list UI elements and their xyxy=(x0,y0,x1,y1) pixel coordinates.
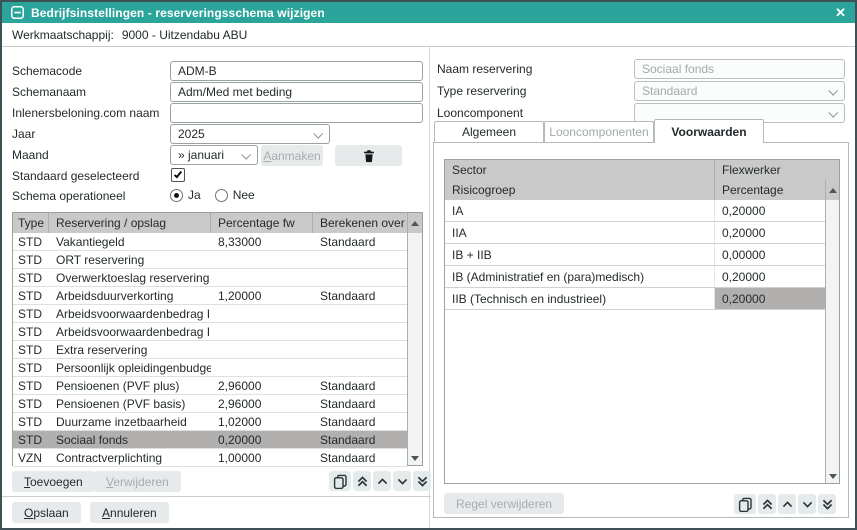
table-subheader: Risicogroep Percentage xyxy=(445,180,825,200)
table-row[interactable]: IIA0,20000 xyxy=(445,222,825,244)
dropdown-chevron-icon xyxy=(828,86,838,96)
risicogroep-table: Sector Flexwerker Risicogroep Percentage… xyxy=(444,159,840,484)
werkmaatschappij-value: 9000 - Uitzendabu ABU xyxy=(122,28,247,42)
scroll-down-icon[interactable] xyxy=(411,456,419,461)
table-row[interactable]: STDVakantiegeld8,33000Standaard xyxy=(13,233,407,251)
annuleren-button[interactable]: Annuleren xyxy=(90,502,169,523)
looncomponent-label: Looncomponent xyxy=(437,103,523,123)
standaard-geselecteerd-label: Standaard geselecteerd xyxy=(12,166,139,186)
table-row[interactable]: STDArbeidsvoorwaardenbedrag II xyxy=(13,323,407,341)
page-title: Bedrijfsinstellingen - reserveringsschem… xyxy=(31,6,325,20)
pane-divider xyxy=(429,47,430,528)
werkmaatschappij-label: Werkmaatschappij: xyxy=(12,28,114,42)
standaard-geselecteerd-checkbox[interactable] xyxy=(171,168,185,182)
inlenersbeloning-label: Inlenersbeloning.com naam xyxy=(12,103,159,123)
title-bar: Bedrijfsinstellingen - reserveringsschem… xyxy=(2,2,855,23)
row-move-toolbar xyxy=(734,494,836,514)
dropdown-chevron-icon xyxy=(313,129,323,139)
regel-verwijderen-button[interactable]: Regel verwijderen xyxy=(444,493,564,514)
selected-cell: 0,20000 xyxy=(715,288,825,309)
schemanaam-label: Schemanaam xyxy=(12,82,86,102)
scroll-up-icon[interactable] xyxy=(411,221,419,226)
dialog-window: Bedrijfsinstellingen - reserveringsschem… xyxy=(0,0,857,530)
table-row[interactable]: IA0,20000 xyxy=(445,200,825,222)
table-row[interactable]: STDOverwerktoeslag reservering xyxy=(13,269,407,287)
schema-operationeel-radiogroup: Ja Nee xyxy=(170,188,255,202)
type-reservering-select[interactable]: Standaard xyxy=(634,81,845,101)
table-row[interactable]: STDPersoonlijk opleidingenbudget xyxy=(13,359,407,377)
dropdown-chevron-icon xyxy=(828,108,838,118)
maand-select[interactable]: » januari xyxy=(170,145,258,165)
table-row[interactable]: STDPensioenen (PVF plus)2,96000Standaard xyxy=(13,377,407,395)
dropdown-chevron-icon xyxy=(241,150,251,160)
naam-reservering-input[interactable]: Sociaal fonds xyxy=(634,59,845,79)
double-chevron-down-icon[interactable] xyxy=(413,471,431,491)
footer-divider xyxy=(2,496,431,497)
chevron-down-icon[interactable] xyxy=(798,494,816,514)
table-row[interactable]: STDArbeidsduurverkorting1,20000Standaard xyxy=(13,287,407,305)
scroll-down-icon[interactable] xyxy=(829,474,837,479)
table-row[interactable]: STDORT reservering xyxy=(13,251,407,269)
table-header: Type Reservering / opslag Percentage fw … xyxy=(13,213,407,233)
double-chevron-down-icon[interactable] xyxy=(818,494,836,514)
radio-dot-icon xyxy=(174,193,179,198)
double-chevron-up-icon[interactable] xyxy=(353,471,371,491)
schemacode-input[interactable]: ADM-B xyxy=(170,61,423,81)
trash-icon xyxy=(362,149,376,163)
table-row[interactable]: STDDuurzame inzetbaarheid1,02000Standaar… xyxy=(13,413,407,431)
table-header: Sector Flexwerker xyxy=(445,160,839,180)
checkmark-icon xyxy=(174,170,182,179)
werkmaatschappij-bar: Werkmaatschappij: 9000 - Uitzendabu ABU xyxy=(2,23,855,47)
radio-selected-icon xyxy=(170,189,183,202)
radio-nee[interactable]: Nee xyxy=(215,188,255,202)
radio-ja[interactable]: Ja xyxy=(170,188,201,202)
inlenersbeloning-input[interactable] xyxy=(170,103,423,123)
close-icon[interactable]: ✕ xyxy=(835,5,846,21)
table-row[interactable]: STDPensioenen (PVF basis)2,96000Standaar… xyxy=(13,395,407,413)
row-move-toolbar xyxy=(329,471,431,491)
table-row[interactable]: IB + IIB0,00000 xyxy=(445,244,825,266)
maand-label: Maand xyxy=(12,145,49,165)
tab-algemeen[interactable]: Algemeen xyxy=(434,121,544,142)
copy-icon[interactable] xyxy=(734,494,756,514)
jaar-select[interactable]: 2025 xyxy=(170,124,330,144)
copy-icon[interactable] xyxy=(329,471,351,491)
scrollbar[interactable] xyxy=(825,180,839,483)
table-row-selected[interactable]: IIB (Technisch en industrieel)0,20000 xyxy=(445,288,825,310)
delete-month-button[interactable] xyxy=(335,145,402,166)
schemanaam-input[interactable]: Adm/Med met beding xyxy=(170,82,423,102)
tab-voorwaarden[interactable]: Voorwaarden xyxy=(654,119,764,143)
table-row[interactable]: STDArbeidsvoorwaardenbedrag I xyxy=(13,305,407,323)
aanmaken-button[interactable]: Aanmaken xyxy=(261,145,323,166)
jaar-label: Jaar xyxy=(12,124,35,144)
reserveringen-table: Type Reservering / opslag Percentage fw … xyxy=(12,212,423,466)
verwijderen-button[interactable]: Verwijderen xyxy=(94,471,181,492)
scroll-up-icon[interactable] xyxy=(829,188,837,193)
schemacode-label: Schemacode xyxy=(12,61,82,81)
scrollbar[interactable] xyxy=(407,213,422,465)
toevoegen-button[interactable]: Toevoegen xyxy=(12,471,95,492)
chevron-down-icon[interactable] xyxy=(393,471,411,491)
naam-reservering-label: Naam reservering xyxy=(437,59,532,79)
chevron-up-icon[interactable] xyxy=(373,471,391,491)
tab-looncomponenten[interactable]: Looncomponenten xyxy=(544,121,654,142)
chevron-up-icon[interactable] xyxy=(778,494,796,514)
type-reservering-label: Type reservering xyxy=(437,81,526,101)
table-row-selected[interactable]: STDSociaal fonds0,20000Standaard xyxy=(13,431,407,449)
table-row[interactable]: VZNContractverplichting1,00000Standaard xyxy=(13,449,407,467)
table-row[interactable]: STDExtra reservering xyxy=(13,341,407,359)
window-icon xyxy=(11,6,24,19)
voorwaarden-panel: Sector Flexwerker Risicogroep Percentage… xyxy=(433,142,849,518)
schema-operationeel-label: Schema operationeel xyxy=(12,186,125,206)
opslaan-button[interactable]: Opslaan xyxy=(12,502,81,523)
table-row[interactable]: IB (Administratief en (para)medisch)0,20… xyxy=(445,266,825,288)
radio-unselected-icon xyxy=(215,189,228,202)
double-chevron-up-icon[interactable] xyxy=(758,494,776,514)
